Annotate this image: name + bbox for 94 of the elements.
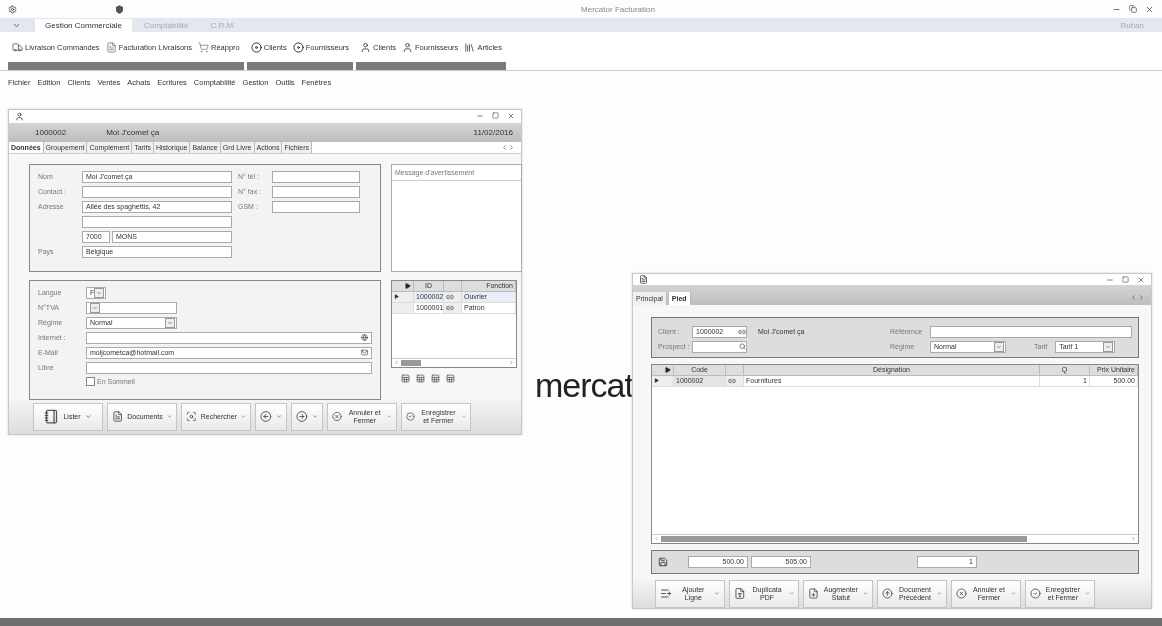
corner-icon: [665, 366, 671, 373]
check-icon: [1030, 586, 1041, 602]
grid-tool-icon[interactable]: [416, 373, 425, 383]
select-field[interactable]: [86, 301, 177, 314]
scrollbar-thumb[interactable]: [401, 359, 421, 366]
caret-icon: [240, 413, 246, 421]
person-icon: [360, 41, 372, 53]
client-id: 1000002: [35, 127, 67, 137]
date-text: 11/02/2016: [473, 127, 513, 137]
pdf-icon: [734, 586, 746, 602]
cart-icon: [198, 41, 209, 53]
row-marker-icon: [394, 294, 399, 300]
mail-icon[interactable]: [361, 349, 368, 357]
next-button[interactable]: [291, 402, 323, 431]
scroll-right-icon[interactable]: [1131, 536, 1136, 542]
row-header[interactable]: [652, 375, 674, 387]
scroll-right-icon[interactable]: [509, 360, 514, 366]
scroll-left-icon[interactable]: [1130, 293, 1137, 301]
scrollbar[interactable]: [392, 357, 516, 367]
document-icon: [112, 409, 124, 425]
person-icon: [15, 111, 24, 121]
link-icon[interactable]: [728, 376, 736, 385]
caret-icon: [275, 413, 282, 421]
maximize-icon[interactable]: [492, 112, 499, 120]
grid-tool-icon[interactable]: [446, 373, 455, 383]
close-icon[interactable]: [507, 112, 515, 121]
input-field[interactable]: [930, 325, 1132, 338]
logo-text: mercat: [535, 366, 633, 405]
app-icon[interactable]: [8, 4, 17, 14]
caret-icon: [311, 413, 318, 421]
client-name: Moi J'comet ça: [106, 127, 160, 137]
input-field[interactable]: [82, 215, 232, 228]
previous-button[interactable]: [255, 402, 287, 431]
notebook-icon: [44, 409, 60, 425]
checkbox[interactable]: [86, 376, 95, 386]
scroll-left-icon[interactable]: [501, 143, 508, 151]
truck-icon: [12, 41, 23, 53]
grid-tool-icon[interactable]: [401, 373, 410, 383]
scrollbar-thumb[interactable]: [661, 535, 1028, 542]
input-field[interactable]: [272, 185, 360, 198]
document-icon: [639, 275, 648, 285]
input-field[interactable]: [272, 200, 360, 213]
grid-tool-icon[interactable]: [431, 373, 440, 383]
caret-icon: [92, 304, 98, 311]
disc-icon: [292, 41, 304, 53]
caret-icon: [167, 319, 173, 326]
close-icon[interactable]: [1137, 275, 1145, 284]
caret-icon: [936, 590, 942, 598]
close-icon[interactable]: [1145, 4, 1154, 14]
caret-icon: [1084, 590, 1090, 598]
caret-icon: [387, 413, 392, 421]
input-field[interactable]: [86, 331, 372, 344]
input-field[interactable]: [692, 340, 747, 353]
row-header[interactable]: [392, 291, 414, 303]
scrollbar[interactable]: [652, 533, 1138, 543]
search-icon[interactable]: [739, 343, 746, 351]
caret-icon: [714, 590, 720, 598]
link-icon[interactable]: [446, 292, 454, 301]
restore-icon[interactable]: [1129, 4, 1137, 13]
scroll-left-icon[interactable]: [654, 536, 659, 542]
link-icon[interactable]: [446, 303, 454, 312]
save-icon[interactable]: [658, 556, 668, 567]
shield-icon[interactable]: [115, 4, 124, 14]
arrow-up-icon: [882, 586, 893, 602]
arrow-left-icon: [260, 410, 272, 424]
caret-icon: [96, 289, 103, 296]
caret-icon: [1010, 590, 1016, 598]
person-icon: [402, 41, 413, 53]
maximize-icon[interactable]: [1122, 275, 1129, 283]
caret-icon: [1105, 343, 1112, 350]
disc-icon: [250, 41, 262, 53]
scroll-right-icon[interactable]: [508, 143, 515, 151]
caret-icon: [84, 413, 92, 421]
link-icon[interactable]: [738, 327, 746, 336]
scroll-right-icon[interactable]: [1138, 293, 1145, 301]
corner-icon: [405, 282, 411, 289]
input-field[interactable]: [272, 170, 360, 183]
document-icon: [105, 41, 117, 53]
input-field[interactable]: [82, 185, 232, 198]
window-title: Mercator Facturation: [580, 4, 656, 14]
caret-icon: [788, 590, 794, 598]
books-icon: [464, 41, 476, 53]
globe-icon[interactable]: [361, 334, 368, 342]
input-field[interactable]: [86, 361, 372, 374]
row-marker-icon: [654, 378, 659, 384]
caret-icon: [862, 590, 868, 598]
scroll-left-icon[interactable]: [394, 360, 399, 366]
ribbon-tab[interactable]: Gestion Commerciale: [35, 19, 132, 32]
arrow-right-icon: [296, 410, 308, 424]
ribbon-menu-icon[interactable]: [12, 21, 21, 30]
caret-icon: [996, 343, 1002, 350]
document-plus-icon: [808, 586, 819, 602]
caret-icon: [166, 413, 172, 421]
close-icon: [956, 586, 967, 602]
